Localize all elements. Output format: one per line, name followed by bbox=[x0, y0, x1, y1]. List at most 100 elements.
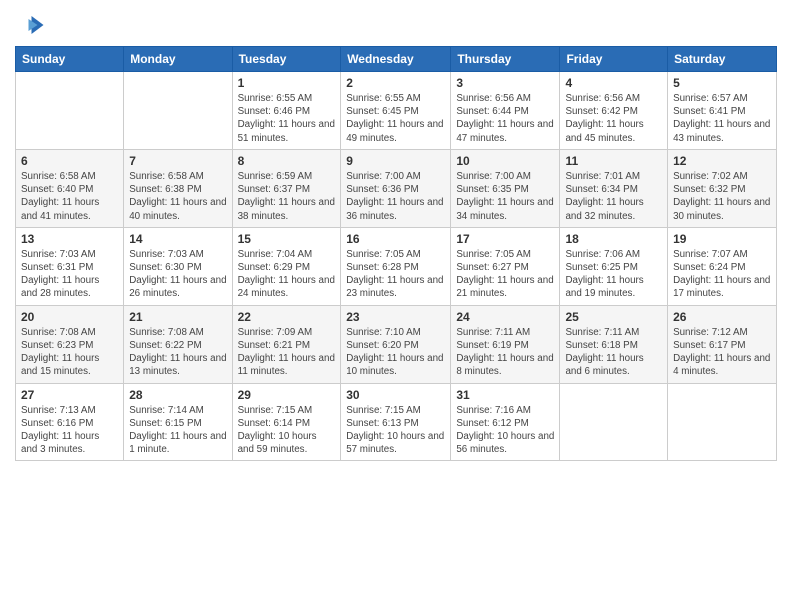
day-info: Sunrise: 6:56 AM Sunset: 6:42 PM Dayligh… bbox=[565, 92, 662, 145]
week-row-1: 1 Sunrise: 6:55 AM Sunset: 6:46 PM Daylig… bbox=[16, 72, 777, 150]
day-info: Sunrise: 7:03 AM Sunset: 6:31 PM Dayligh… bbox=[21, 248, 118, 301]
day-number: 21 bbox=[129, 310, 226, 324]
day-info: Sunrise: 7:01 AM Sunset: 6:34 PM Dayligh… bbox=[565, 170, 662, 223]
day-info: Sunrise: 7:16 AM Sunset: 6:12 PM Dayligh… bbox=[456, 404, 554, 457]
day-info: Sunrise: 6:55 AM Sunset: 6:45 PM Dayligh… bbox=[346, 92, 445, 145]
calendar-cell: 4 Sunrise: 6:56 AM Sunset: 6:42 PM Daylig… bbox=[560, 72, 668, 150]
col-header-friday: Friday bbox=[560, 47, 668, 72]
day-info: Sunrise: 7:05 AM Sunset: 6:27 PM Dayligh… bbox=[456, 248, 554, 301]
calendar-cell bbox=[124, 72, 232, 150]
day-number: 13 bbox=[21, 232, 118, 246]
calendar-cell: 30 Sunrise: 7:15 AM Sunset: 6:13 PM Dayli… bbox=[341, 383, 451, 461]
calendar-cell: 1 Sunrise: 6:55 AM Sunset: 6:46 PM Daylig… bbox=[232, 72, 341, 150]
calendar-cell: 13 Sunrise: 7:03 AM Sunset: 6:31 PM Dayli… bbox=[16, 227, 124, 305]
day-number: 30 bbox=[346, 388, 445, 402]
col-header-wednesday: Wednesday bbox=[341, 47, 451, 72]
day-info: Sunrise: 7:13 AM Sunset: 6:16 PM Dayligh… bbox=[21, 404, 118, 457]
calendar-cell bbox=[16, 72, 124, 150]
calendar-table: SundayMondayTuesdayWednesdayThursdayFrid… bbox=[15, 46, 777, 461]
day-info: Sunrise: 6:58 AM Sunset: 6:40 PM Dayligh… bbox=[21, 170, 118, 223]
week-row-3: 13 Sunrise: 7:03 AM Sunset: 6:31 PM Dayli… bbox=[16, 227, 777, 305]
calendar-cell: 23 Sunrise: 7:10 AM Sunset: 6:20 PM Dayli… bbox=[341, 305, 451, 383]
day-info: Sunrise: 7:00 AM Sunset: 6:36 PM Dayligh… bbox=[346, 170, 445, 223]
col-header-thursday: Thursday bbox=[451, 47, 560, 72]
calendar-cell: 21 Sunrise: 7:08 AM Sunset: 6:22 PM Dayli… bbox=[124, 305, 232, 383]
col-header-sunday: Sunday bbox=[16, 47, 124, 72]
calendar-cell: 31Sunrise: 7:16 AM Sunset: 6:12 PM Dayli… bbox=[451, 383, 560, 461]
day-info: Sunrise: 7:15 AM Sunset: 6:14 PM Dayligh… bbox=[238, 404, 336, 457]
day-number: 22 bbox=[238, 310, 336, 324]
calendar-cell: 17 Sunrise: 7:05 AM Sunset: 6:27 PM Dayli… bbox=[451, 227, 560, 305]
day-number: 4 bbox=[565, 76, 662, 90]
day-number: 23 bbox=[346, 310, 445, 324]
calendar-cell: 12Sunrise: 7:02 AM Sunset: 6:32 PM Dayli… bbox=[668, 149, 777, 227]
calendar-cell: 8 Sunrise: 6:59 AM Sunset: 6:37 PM Daylig… bbox=[232, 149, 341, 227]
week-row-2: 6 Sunrise: 6:58 AM Sunset: 6:40 PM Daylig… bbox=[16, 149, 777, 227]
day-info: Sunrise: 7:14 AM Sunset: 6:15 PM Dayligh… bbox=[129, 404, 226, 457]
day-info: Sunrise: 7:04 AM Sunset: 6:29 PM Dayligh… bbox=[238, 248, 336, 301]
day-info: Sunrise: 7:12 AM Sunset: 6:17 PM Dayligh… bbox=[673, 326, 771, 379]
calendar-cell: 20Sunrise: 7:08 AM Sunset: 6:23 PM Dayli… bbox=[16, 305, 124, 383]
day-number: 12 bbox=[673, 154, 771, 168]
day-number: 1 bbox=[238, 76, 336, 90]
calendar-cell: 27 Sunrise: 7:13 AM Sunset: 6:16 PM Dayli… bbox=[16, 383, 124, 461]
calendar-cell: 26Sunrise: 7:12 AM Sunset: 6:17 PM Dayli… bbox=[668, 305, 777, 383]
calendar-cell: 15 Sunrise: 7:04 AM Sunset: 6:29 PM Dayli… bbox=[232, 227, 341, 305]
day-number: 2 bbox=[346, 76, 445, 90]
col-header-saturday: Saturday bbox=[668, 47, 777, 72]
col-header-tuesday: Tuesday bbox=[232, 47, 341, 72]
calendar-cell: 2 Sunrise: 6:55 AM Sunset: 6:45 PM Daylig… bbox=[341, 72, 451, 150]
calendar-cell: 18 Sunrise: 7:06 AM Sunset: 6:25 PM Dayli… bbox=[560, 227, 668, 305]
day-number: 24 bbox=[456, 310, 554, 324]
day-number: 29 bbox=[238, 388, 336, 402]
day-number: 9 bbox=[346, 154, 445, 168]
day-number: 8 bbox=[238, 154, 336, 168]
calendar-cell: 29 Sunrise: 7:15 AM Sunset: 6:14 PM Dayli… bbox=[232, 383, 341, 461]
day-info: Sunrise: 7:08 AM Sunset: 6:23 PM Dayligh… bbox=[21, 326, 118, 379]
header-row: SundayMondayTuesdayWednesdayThursdayFrid… bbox=[16, 47, 777, 72]
day-number: 15 bbox=[238, 232, 336, 246]
calendar-cell: 5Sunrise: 6:57 AM Sunset: 6:41 PM Daylig… bbox=[668, 72, 777, 150]
week-row-5: 27 Sunrise: 7:13 AM Sunset: 6:16 PM Dayli… bbox=[16, 383, 777, 461]
logo-icon bbox=[15, 10, 45, 40]
day-number: 17 bbox=[456, 232, 554, 246]
day-info: Sunrise: 7:11 AM Sunset: 6:18 PM Dayligh… bbox=[565, 326, 662, 379]
day-info: Sunrise: 7:08 AM Sunset: 6:22 PM Dayligh… bbox=[129, 326, 226, 379]
week-row-4: 20Sunrise: 7:08 AM Sunset: 6:23 PM Dayli… bbox=[16, 305, 777, 383]
day-number: 6 bbox=[21, 154, 118, 168]
day-info: Sunrise: 7:00 AM Sunset: 6:35 PM Dayligh… bbox=[456, 170, 554, 223]
day-info: Sunrise: 6:59 AM Sunset: 6:37 PM Dayligh… bbox=[238, 170, 336, 223]
calendar-cell: 14 Sunrise: 7:03 AM Sunset: 6:30 PM Dayli… bbox=[124, 227, 232, 305]
calendar-cell: 28 Sunrise: 7:14 AM Sunset: 6:15 PM Dayli… bbox=[124, 383, 232, 461]
day-number: 28 bbox=[129, 388, 226, 402]
calendar-cell: 16Sunrise: 7:05 AM Sunset: 6:28 PM Dayli… bbox=[341, 227, 451, 305]
day-info: Sunrise: 7:09 AM Sunset: 6:21 PM Dayligh… bbox=[238, 326, 336, 379]
calendar-cell: 19 Sunrise: 7:07 AM Sunset: 6:24 PM Dayli… bbox=[668, 227, 777, 305]
day-number: 5 bbox=[673, 76, 771, 90]
day-info: Sunrise: 6:55 AM Sunset: 6:46 PM Dayligh… bbox=[238, 92, 336, 145]
calendar-cell bbox=[560, 383, 668, 461]
day-info: Sunrise: 6:56 AM Sunset: 6:44 PM Dayligh… bbox=[456, 92, 554, 145]
page: SundayMondayTuesdayWednesdayThursdayFrid… bbox=[0, 0, 792, 612]
calendar-cell: 7Sunrise: 6:58 AM Sunset: 6:38 PM Daylig… bbox=[124, 149, 232, 227]
calendar-cell: 11 Sunrise: 7:01 AM Sunset: 6:34 PM Dayli… bbox=[560, 149, 668, 227]
day-number: 14 bbox=[129, 232, 226, 246]
day-number: 19 bbox=[673, 232, 771, 246]
day-info: Sunrise: 7:10 AM Sunset: 6:20 PM Dayligh… bbox=[346, 326, 445, 379]
calendar-cell: 25 Sunrise: 7:11 AM Sunset: 6:18 PM Dayli… bbox=[560, 305, 668, 383]
day-info: Sunrise: 7:05 AM Sunset: 6:28 PM Dayligh… bbox=[346, 248, 445, 301]
day-info: Sunrise: 7:07 AM Sunset: 6:24 PM Dayligh… bbox=[673, 248, 771, 301]
day-number: 18 bbox=[565, 232, 662, 246]
day-number: 25 bbox=[565, 310, 662, 324]
day-info: Sunrise: 7:06 AM Sunset: 6:25 PM Dayligh… bbox=[565, 248, 662, 301]
col-header-monday: Monday bbox=[124, 47, 232, 72]
day-number: 27 bbox=[21, 388, 118, 402]
day-number: 11 bbox=[565, 154, 662, 168]
day-number: 10 bbox=[456, 154, 554, 168]
day-info: Sunrise: 7:03 AM Sunset: 6:30 PM Dayligh… bbox=[129, 248, 226, 301]
logo bbox=[15, 10, 49, 40]
day-info: Sunrise: 7:11 AM Sunset: 6:19 PM Dayligh… bbox=[456, 326, 554, 379]
calendar-cell: 22 Sunrise: 7:09 AM Sunset: 6:21 PM Dayli… bbox=[232, 305, 341, 383]
calendar-cell: 6 Sunrise: 6:58 AM Sunset: 6:40 PM Daylig… bbox=[16, 149, 124, 227]
day-info: Sunrise: 7:15 AM Sunset: 6:13 PM Dayligh… bbox=[346, 404, 445, 457]
